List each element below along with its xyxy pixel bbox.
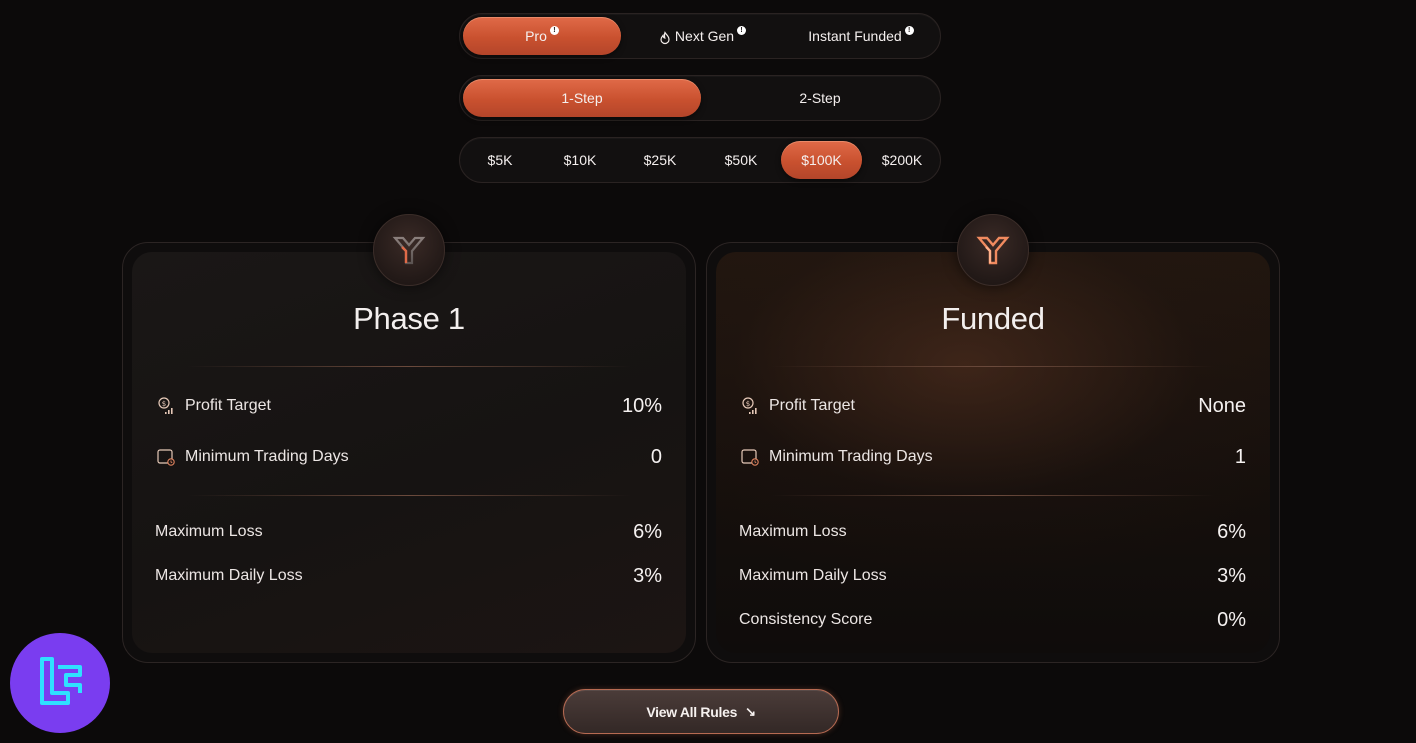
- phase1-max-loss-row: Maximum Loss 6%: [155, 520, 662, 544]
- phase1-profit-target-label: Profit Target: [185, 397, 271, 414]
- funded-max-loss-value: 6%: [1217, 520, 1246, 543]
- phase1-min-days-label: Minimum Trading Days: [185, 448, 349, 465]
- calendar-clock-icon: [155, 446, 177, 468]
- divider: [187, 366, 631, 367]
- size-200k-label: $200K: [881, 152, 923, 168]
- size-10k-label: $10K: [563, 152, 597, 168]
- program-selector: Pro! Next Gen! Instant Funded!: [459, 13, 941, 59]
- size-100k-label: $100K: [801, 152, 842, 168]
- funded-profit-target-label: Profit Target: [769, 397, 855, 414]
- brand-logo-icon: [957, 214, 1029, 286]
- divider: [771, 495, 1215, 496]
- profit-target-icon: $: [155, 395, 177, 417]
- size-25k-label: $25K: [643, 152, 677, 168]
- tab-2-step[interactable]: 2-Step: [701, 79, 939, 117]
- account-size-selector: $5K $10K $25K $50K $100K $200K: [459, 137, 941, 183]
- step-selector: 1-Step 2-Step: [459, 75, 941, 121]
- funded-max-daily-loss-value: 3%: [1217, 564, 1246, 587]
- funded-max-loss-row: Maximum Loss 6%: [739, 520, 1246, 544]
- size-100k[interactable]: $100K: [781, 141, 862, 179]
- page: Pro! Next Gen! Instant Funded! 1-Step 2-…: [0, 0, 1416, 743]
- phase1-max-daily-loss-value: 3%: [633, 564, 662, 587]
- arrow-down-right-icon: ↘: [745, 703, 756, 719]
- funded-max-daily-loss-row: Maximum Daily Loss 3%: [739, 564, 1246, 588]
- size-50k-label: $50K: [724, 152, 758, 168]
- phase1-profit-target-value: 10%: [621, 394, 662, 417]
- tab-pro[interactable]: Pro!: [463, 17, 621, 55]
- size-10k[interactable]: $10K: [540, 141, 620, 179]
- tab-2-step-label: 2-Step: [799, 90, 841, 106]
- tab-pro-label: Pro: [525, 28, 547, 44]
- phase1-card: Phase 1 $ Profit Target 10% Minimum Trad…: [122, 214, 696, 663]
- tab-1-step[interactable]: 1-Step: [463, 79, 701, 117]
- phase1-max-loss-value: 6%: [633, 520, 662, 543]
- tab-next-gen-label: Next Gen: [674, 28, 735, 44]
- funded-consistency-label: Consistency Score: [739, 611, 873, 628]
- tab-next-gen[interactable]: Next Gen!: [623, 17, 781, 55]
- calendar-clock-icon: [739, 446, 761, 468]
- divider: [771, 366, 1215, 367]
- funded-min-days-value: 1: [1234, 445, 1246, 468]
- size-25k[interactable]: $25K: [620, 141, 700, 179]
- funded-profit-target-row: $ Profit Target None: [739, 394, 1246, 418]
- tab-instant-funded-label: Instant Funded: [808, 28, 902, 44]
- phase1-min-days-value: 0: [650, 445, 662, 468]
- funded-min-days-row: Minimum Trading Days 1: [739, 445, 1246, 469]
- phase1-max-loss-label: Maximum Loss: [155, 523, 263, 540]
- funded-max-daily-loss-label: Maximum Daily Loss: [739, 567, 887, 584]
- corner-brand-logo: [10, 633, 110, 733]
- phase1-max-daily-loss-label: Maximum Daily Loss: [155, 567, 303, 584]
- phase1-min-days-row: Minimum Trading Days 0: [155, 445, 662, 469]
- info-icon[interactable]: !: [904, 25, 914, 35]
- size-5k-label: $5K: [487, 152, 513, 168]
- svg-text:$: $: [162, 400, 166, 408]
- divider: [187, 495, 631, 496]
- profit-target-icon: $: [739, 395, 761, 417]
- size-200k[interactable]: $200K: [862, 141, 942, 179]
- brand-mark-icon: [40, 657, 82, 705]
- funded-consistency-row: Consistency Score 0%: [739, 608, 1246, 632]
- funded-min-days-label: Minimum Trading Days: [769, 448, 933, 465]
- tab-1-step-label: 1-Step: [561, 90, 603, 106]
- view-all-rules-button[interactable]: View All Rules ↘: [563, 689, 839, 734]
- funded-profit-target-value: None: [1198, 394, 1246, 417]
- phase1-title: Phase 1: [353, 301, 465, 336]
- brand-logo-icon: [373, 214, 445, 286]
- svg-text:$: $: [746, 400, 750, 408]
- phase1-max-daily-loss-row: Maximum Daily Loss 3%: [155, 564, 662, 588]
- size-50k[interactable]: $50K: [701, 141, 781, 179]
- funded-card: Funded $ Profit Target None Minimum Trad…: [706, 214, 1280, 663]
- phase1-profit-target-row: $ Profit Target 10%: [155, 394, 662, 418]
- info-icon[interactable]: !: [737, 25, 747, 35]
- info-icon[interactable]: !: [549, 25, 559, 35]
- funded-title: Funded: [941, 301, 1045, 336]
- view-all-rules-label: View All Rules: [646, 703, 738, 720]
- tab-instant-funded[interactable]: Instant Funded!: [782, 17, 940, 55]
- size-5k[interactable]: $5K: [460, 141, 540, 179]
- funded-max-loss-label: Maximum Loss: [739, 523, 847, 540]
- flame-icon: [660, 31, 670, 45]
- funded-consistency-value: 0%: [1217, 608, 1246, 631]
